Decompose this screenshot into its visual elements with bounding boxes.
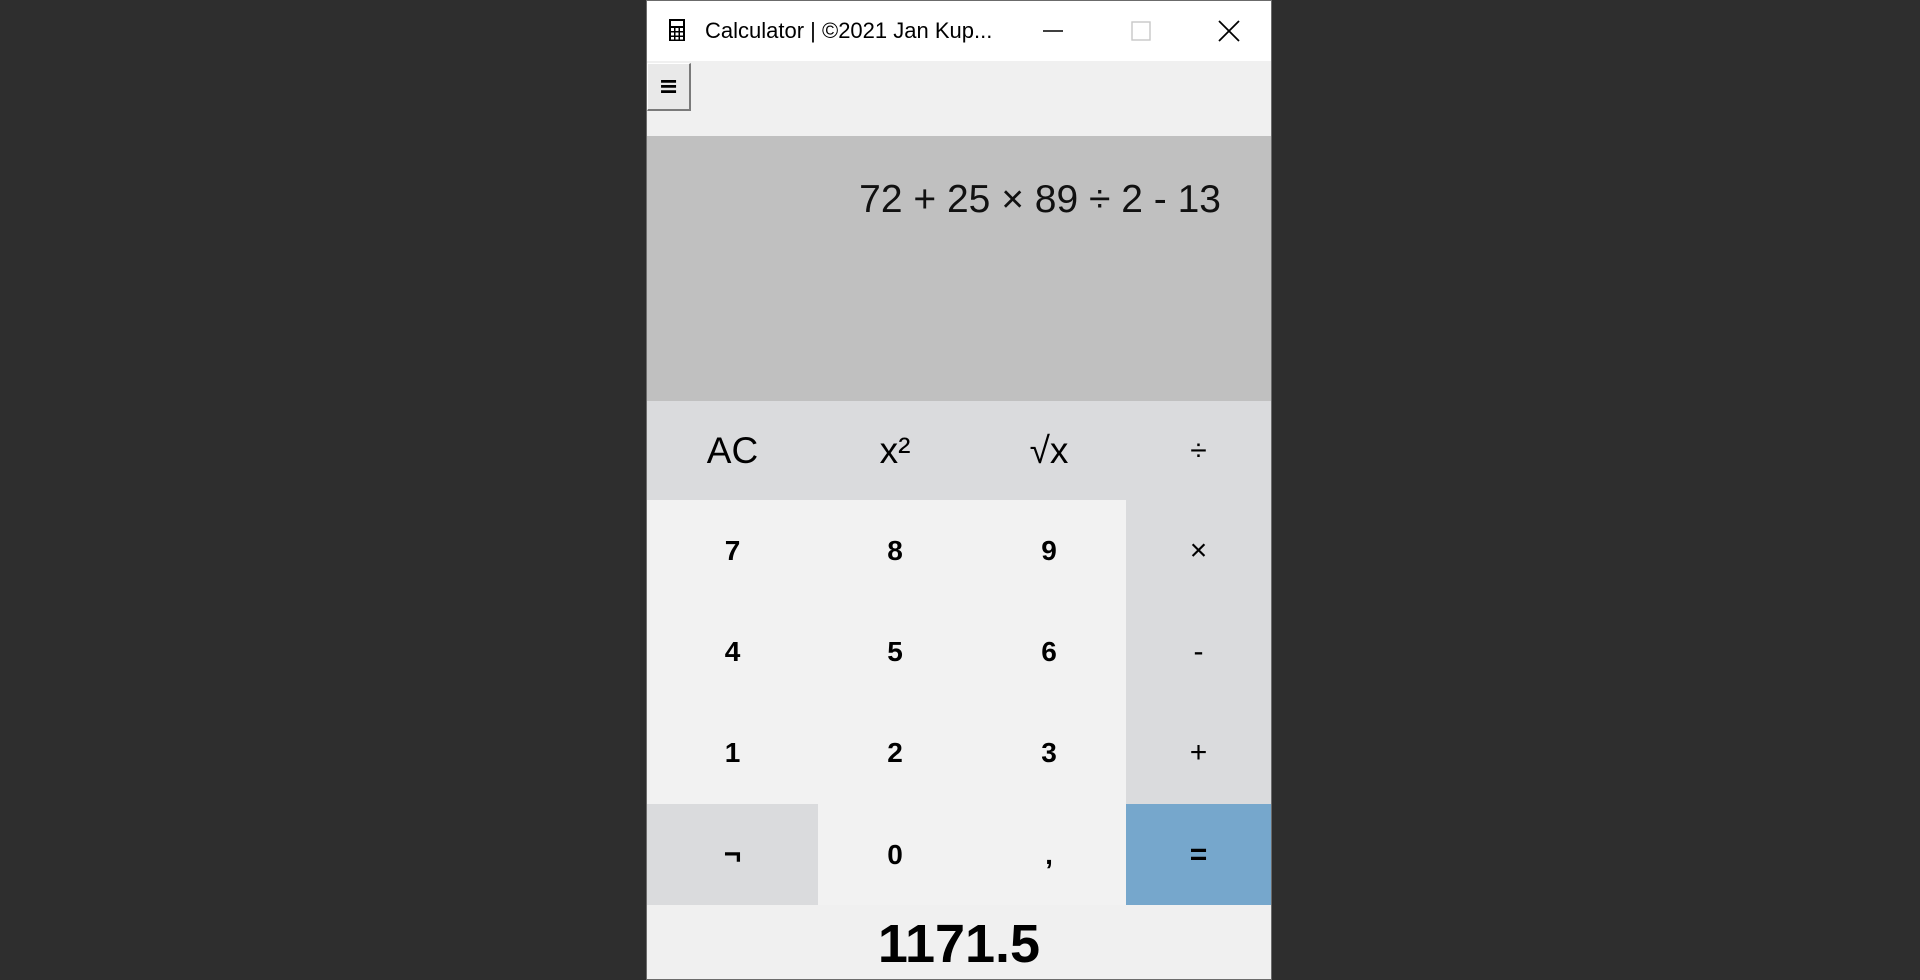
all-clear-button[interactable]: AC [647, 401, 818, 500]
digit-7-button[interactable]: 7 [647, 500, 818, 601]
divide-button[interactable]: ÷ [1126, 401, 1271, 500]
result-bar: 1171.5 [647, 905, 1271, 979]
digit-0-button[interactable]: 0 [818, 804, 972, 905]
hamburger-menu-button[interactable]: ≡ [647, 63, 691, 111]
square-button[interactable]: x² [818, 401, 972, 500]
close-button[interactable] [1184, 1, 1271, 61]
maximize-button[interactable] [1096, 1, 1184, 61]
close-icon [1218, 20, 1240, 42]
result-value: 1171.5 [877, 914, 1041, 974]
calculator-display: 72 + 25 × 89 ÷ 2 - 13 [647, 136, 1271, 401]
title-bar[interactable]: Calculator | ©2021 Jan Kup... [647, 1, 1271, 61]
plus-button[interactable]: + [1126, 702, 1271, 804]
maximize-icon [1131, 21, 1151, 41]
decimal-comma-button[interactable]: , [972, 804, 1126, 905]
multiply-button[interactable]: × [1126, 500, 1271, 601]
digit-8-button[interactable]: 8 [818, 500, 972, 601]
digit-6-button[interactable]: 6 [972, 601, 1126, 702]
digit-1-button[interactable]: 1 [647, 702, 818, 804]
square-root-button[interactable]: √x [972, 401, 1126, 500]
negate-button[interactable]: ¬ [647, 804, 818, 905]
minus-button[interactable]: - [1126, 601, 1271, 702]
equals-button[interactable]: = [1126, 804, 1271, 905]
digit-5-button[interactable]: 5 [818, 601, 972, 702]
calculator-window: Calculator | ©2021 Jan Kup... ≡ 72 + 25 … [646, 0, 1272, 980]
digit-2-button[interactable]: 2 [818, 702, 972, 804]
minimize-icon [1043, 30, 1063, 32]
digit-3-button[interactable]: 3 [972, 702, 1126, 804]
window-title: Calculator | ©2021 Jan Kup... [705, 18, 993, 43]
minimize-button[interactable] [1008, 1, 1096, 61]
digit-9-button[interactable]: 9 [972, 500, 1126, 601]
calculator-icon [669, 19, 685, 41]
expression-text: 72 + 25 × 89 ÷ 2 - 13 [859, 178, 1221, 221]
toolbar: ≡ [647, 61, 1271, 136]
keypad: AC x² √x ÷ 7 8 9 × 4 5 6 - 1 2 3 + ¬ 0 ,… [647, 401, 1271, 905]
digit-4-button[interactable]: 4 [647, 601, 818, 702]
